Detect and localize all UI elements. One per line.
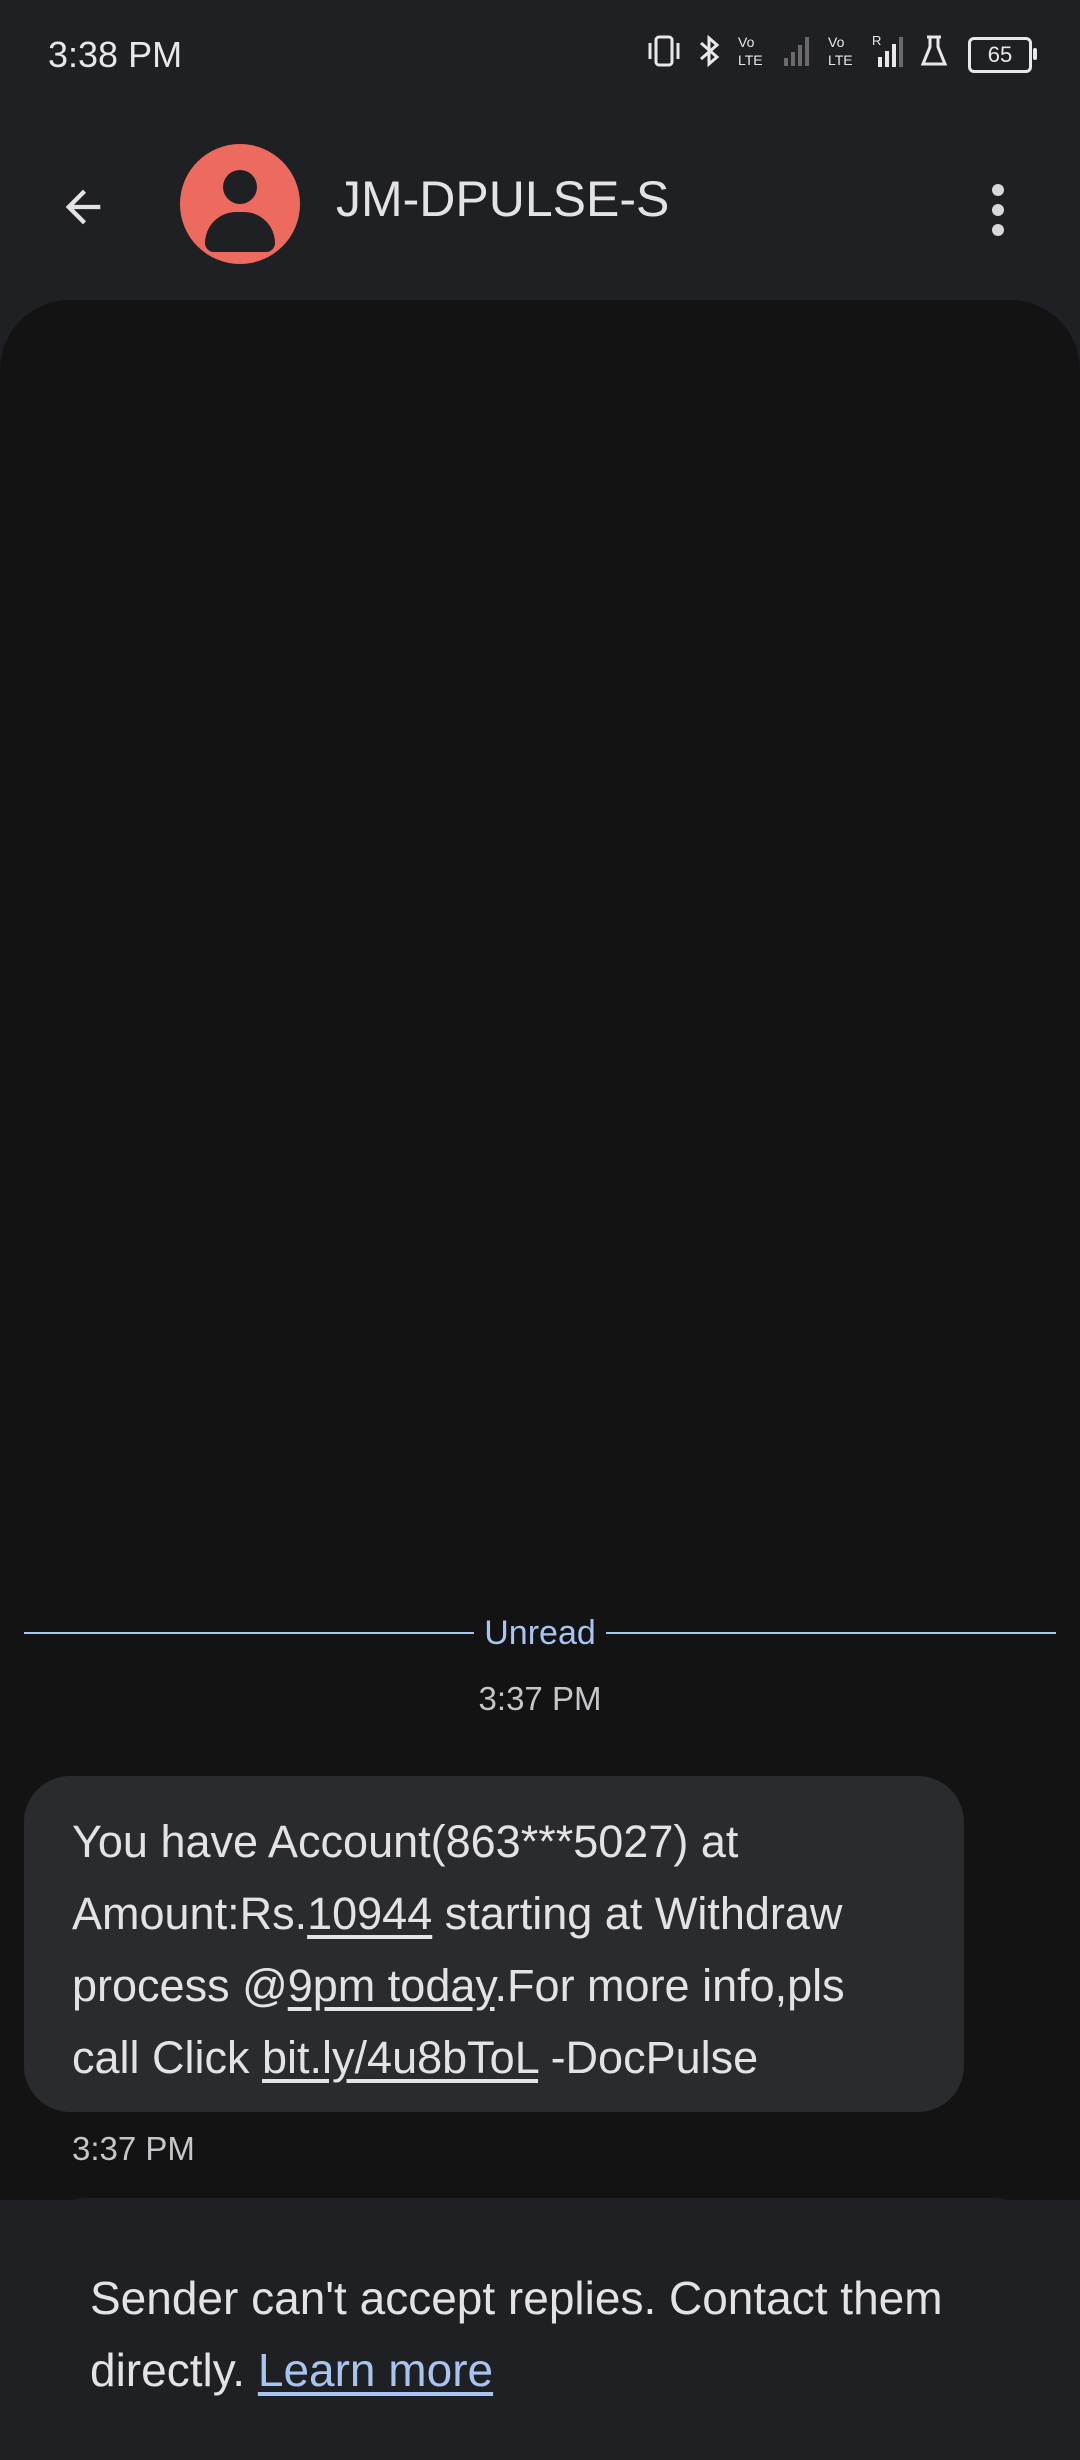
volte-icon: Vo LTE	[736, 33, 768, 77]
reply-notice-panel: Sender can't accept replies. Contact the…	[0, 2198, 1080, 2460]
person-icon	[223, 170, 257, 204]
vibrate-icon	[644, 34, 684, 76]
contact-avatar[interactable]	[180, 144, 300, 264]
time-link[interactable]: 9pm today	[288, 1960, 495, 2011]
message-bubble[interactable]: You have Account(863***5027) at Amount:R…	[24, 1776, 964, 2112]
battery-icon: 65	[968, 37, 1037, 73]
unread-label: Unread	[484, 1613, 596, 1652]
status-bar: 3:38 PM Vo LTE Vo LTE R 65	[0, 0, 1080, 110]
date-header-timestamp: 3:37 PM	[478, 1680, 602, 1717]
url-link[interactable]: bit.ly/4u8bToL	[262, 2032, 538, 2083]
svg-text:Vo: Vo	[828, 34, 845, 50]
amount-link[interactable]: 10944	[307, 1888, 432, 1939]
more-vert-icon	[992, 184, 1004, 196]
svg-text:R: R	[872, 33, 881, 48]
signal-roaming-icon: R	[872, 33, 906, 77]
volte-icon: Vo LTE	[826, 33, 858, 77]
lab-icon	[920, 34, 948, 76]
svg-text:LTE: LTE	[738, 52, 763, 68]
svg-text:LTE: LTE	[828, 52, 853, 68]
arrow-back-icon	[65, 189, 101, 225]
unread-divider: Unread	[24, 1613, 1057, 1653]
status-time: 3:38 PM	[48, 34, 183, 75]
bluetooth-icon	[698, 33, 722, 77]
svg-text:Vo: Vo	[738, 34, 755, 50]
message-timestamp: 3:37 PM	[72, 2130, 195, 2167]
status-icons: Vo LTE Vo LTE R 65	[644, 33, 1037, 77]
learn-more-link[interactable]: Learn more	[258, 2344, 493, 2396]
contact-name[interactable]: JM-DPULSE-S	[336, 170, 669, 228]
back-button[interactable]	[48, 172, 118, 242]
signal-icon	[782, 34, 812, 76]
app-bar: JM-DPULSE-S	[0, 110, 1080, 300]
reply-notice-label: Sender can't accept replies. Contact the…	[90, 2272, 943, 2396]
reply-notice-text: Sender can't accept replies. Contact the…	[90, 2262, 1010, 2406]
message-text: -DocPulse	[538, 2032, 759, 2083]
more-options-button[interactable]	[970, 170, 1026, 250]
